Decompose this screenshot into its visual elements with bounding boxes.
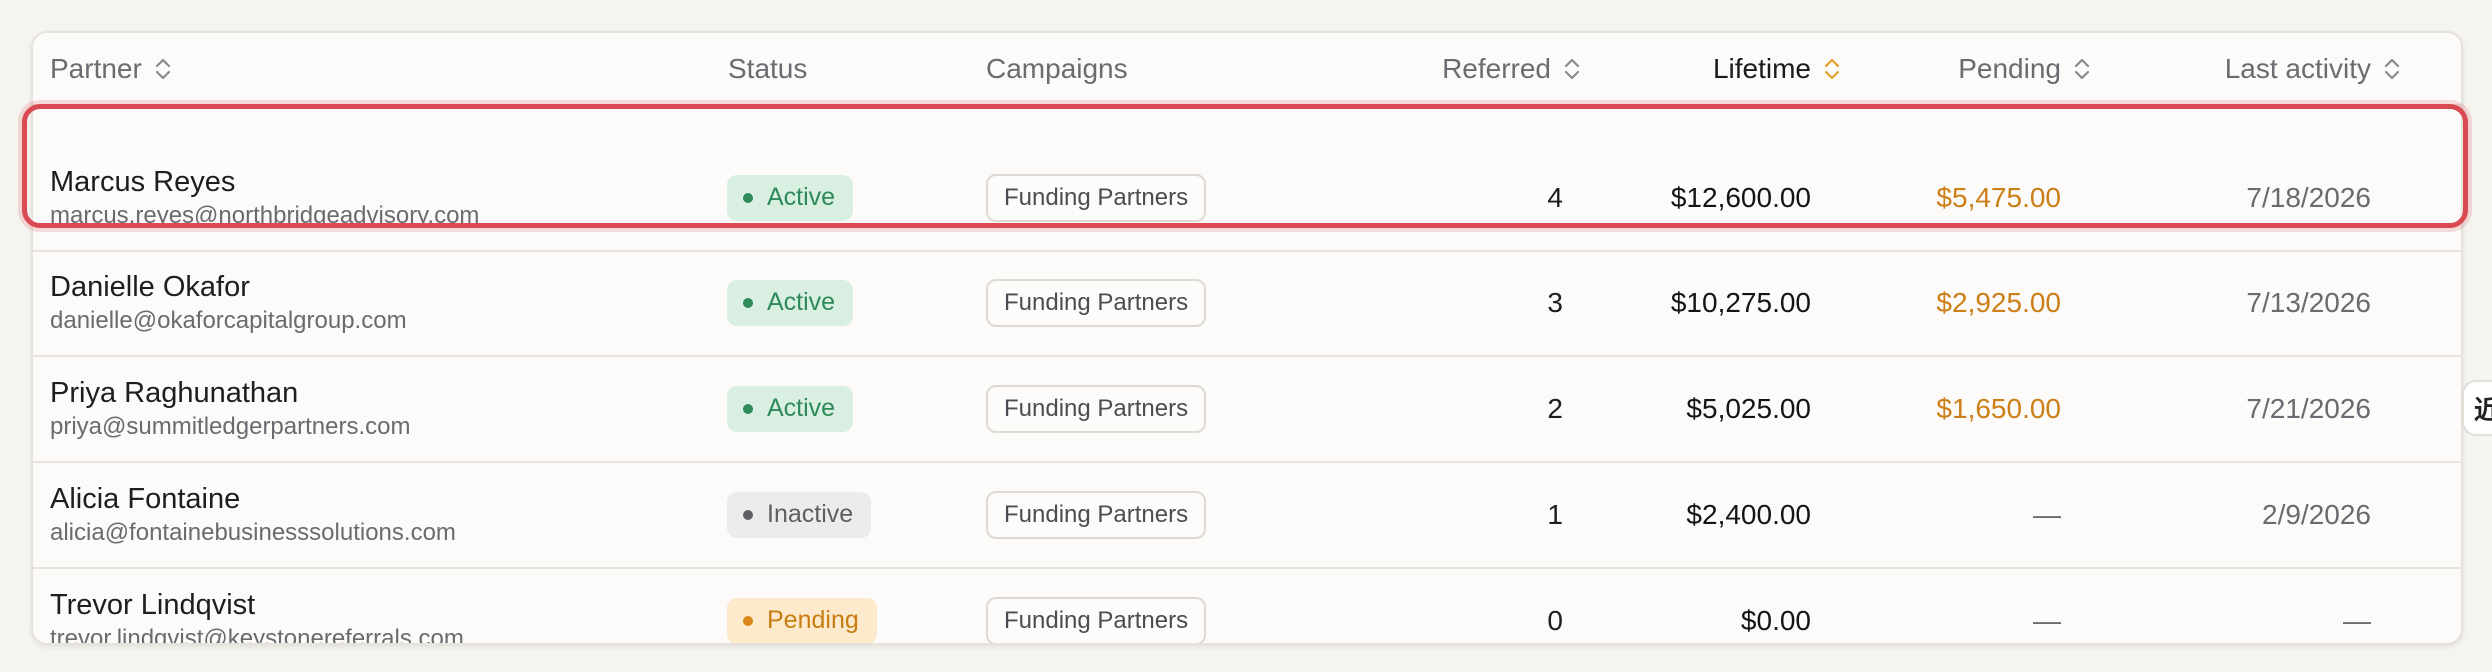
table-row[interactable]: Trevor Lindqvist trevor.lindqvist@keysto…: [33, 568, 2461, 645]
status-badge: Active: [727, 385, 854, 432]
partner-email: trevor.lindqvist@keystonereferrals.com: [50, 624, 464, 645]
last-activity-value: 7/18/2026: [2246, 181, 2371, 213]
campaigns-cell: Funding Partners: [986, 568, 1207, 643]
column-header-last-activity[interactable]: Last activity: [2113, 33, 2403, 104]
status-label: Active: [767, 183, 836, 211]
column-header-campaigns: Campaigns: [986, 33, 1128, 104]
partner-email: alicia@fontainebusinesssolutions.com: [50, 518, 456, 546]
campaigns-cell: Funding Partners: [986, 250, 1207, 355]
campaigns-cell: Funding Partners: [986, 462, 1207, 567]
pending-value: $1,650.00: [1936, 392, 2061, 424]
sort-updown-icon[interactable]: [1821, 55, 1843, 83]
status-label: Inactive: [767, 500, 854, 528]
side-handle-glyph: 近: [2474, 394, 2492, 425]
partners-table: Partner Status Campaigns Referred Lifeti…: [31, 31, 2463, 645]
lifetime-value: $0.00: [1740, 604, 1811, 636]
column-header-referred[interactable]: Referred: [1333, 33, 1583, 104]
status-cell: Pending: [727, 568, 877, 643]
table-row[interactable]: Priya Raghunathan priya@summitledgerpart…: [33, 356, 2461, 463]
status-dot-icon: [743, 403, 753, 414]
partner-name[interactable]: Alicia Fontaine: [50, 481, 240, 517]
partner-name[interactable]: Marcus Reyes: [50, 164, 235, 200]
table-header: Partner Status Campaigns Referred Lifeti…: [33, 33, 2461, 106]
campaign-tag[interactable]: Funding Partners: [986, 596, 1207, 643]
status-badge: Pending: [727, 597, 877, 643]
status-badge: Active: [727, 174, 854, 221]
campaigns-cell: Funding Partners: [986, 145, 1207, 250]
sort-updown-icon[interactable]: [2381, 55, 2403, 83]
last-activity-value: 7/13/2026: [2246, 286, 2371, 318]
referred-value: 2: [1547, 392, 1563, 424]
column-header-lifetime[interactable]: Lifetime: [1593, 33, 1843, 104]
column-header-campaigns-label: Campaigns: [986, 52, 1128, 84]
table-row[interactable]: Marcus Reyes marcus.reyes@northbridgeadv…: [33, 145, 2461, 252]
column-header-referred-label: Referred: [1442, 52, 1551, 84]
sort-updown-icon[interactable]: [1561, 55, 1583, 83]
column-header-status-label: Status: [728, 52, 808, 84]
campaigns-cell: Funding Partners: [986, 356, 1207, 461]
partner-name[interactable]: Priya Raghunathan: [50, 375, 298, 411]
lifetime-value: $12,600.00: [1670, 181, 1811, 213]
pending-value: $5,475.00: [1936, 181, 2061, 213]
sort-updown-icon[interactable]: [152, 55, 174, 83]
column-header-pending[interactable]: Pending: [1843, 33, 2093, 104]
status-badge: Inactive: [727, 491, 872, 538]
last-activity-value: —: [2343, 604, 2371, 636]
campaign-tag[interactable]: Funding Partners: [986, 278, 1207, 327]
partner-cell: Marcus Reyes marcus.reyes@northbridgeadv…: [50, 145, 479, 250]
pending-value: —: [2033, 498, 2061, 530]
column-header-lifetime-label: Lifetime: [1712, 52, 1811, 84]
status-dot-icon: [743, 192, 753, 203]
lifetime-value: $10,275.00: [1670, 286, 1811, 318]
referred-value: 0: [1547, 604, 1563, 636]
referred-value: 3: [1547, 286, 1563, 318]
table-row[interactable]: Alicia Fontaine alicia@fontainebusinesss…: [33, 462, 2461, 569]
pending-value: —: [2033, 604, 2061, 636]
pending-value: $2,925.00: [1936, 286, 2061, 318]
sort-updown-icon[interactable]: [2071, 55, 2093, 83]
column-header-last-activity-label: Last activity: [2224, 52, 2371, 84]
partner-email: marcus.reyes@northbridgeadvisory.com: [50, 201, 480, 229]
last-activity-value: 2/9/2026: [2262, 498, 2371, 530]
status-dot-icon: [743, 509, 753, 520]
referred-value: 1: [1547, 498, 1563, 530]
status-cell: Inactive: [727, 462, 872, 567]
status-label: Active: [767, 394, 836, 422]
column-header-partner-label: Partner: [50, 52, 142, 84]
status-cell: Active: [727, 250, 854, 355]
column-header-partner[interactable]: Partner: [50, 33, 174, 104]
referred-value: 4: [1547, 181, 1563, 213]
status-cell: Active: [727, 356, 854, 461]
partner-name[interactable]: Trevor Lindqvist: [50, 587, 255, 623]
status-badge: Active: [727, 279, 854, 326]
campaign-tag[interactable]: Funding Partners: [986, 173, 1207, 222]
last-activity-value: 7/21/2026: [2246, 392, 2371, 424]
table-row[interactable]: Danielle Okafor danielle@okaforcapitalgr…: [33, 250, 2461, 357]
status-dot-icon: [743, 297, 753, 308]
campaign-tag[interactable]: Funding Partners: [986, 384, 1207, 433]
status-label: Active: [767, 288, 836, 316]
column-header-status: Status: [728, 33, 807, 104]
campaign-tag[interactable]: Funding Partners: [986, 490, 1207, 539]
partner-cell: Danielle Okafor danielle@okaforcapitalgr…: [50, 250, 407, 355]
partner-email: danielle@okaforcapitalgroup.com: [50, 306, 407, 334]
partner-cell: Alicia Fontaine alicia@fontainebusinesss…: [50, 462, 456, 567]
lifetime-value: $2,400.00: [1686, 498, 1811, 530]
column-header-pending-label: Pending: [1958, 52, 2061, 84]
status-dot-icon: [743, 615, 753, 626]
partner-email: priya@summitledgerpartners.com: [50, 412, 411, 440]
partner-cell: Priya Raghunathan priya@summitledgerpart…: [50, 356, 410, 461]
status-cell: Active: [727, 145, 854, 250]
partner-name[interactable]: Danielle Okafor: [50, 269, 250, 305]
partner-cell: Trevor Lindqvist trevor.lindqvist@keysto…: [50, 568, 464, 645]
lifetime-value: $5,025.00: [1686, 392, 1811, 424]
status-label: Pending: [767, 606, 859, 634]
side-panel-handle[interactable]: 近: [2462, 380, 2492, 436]
